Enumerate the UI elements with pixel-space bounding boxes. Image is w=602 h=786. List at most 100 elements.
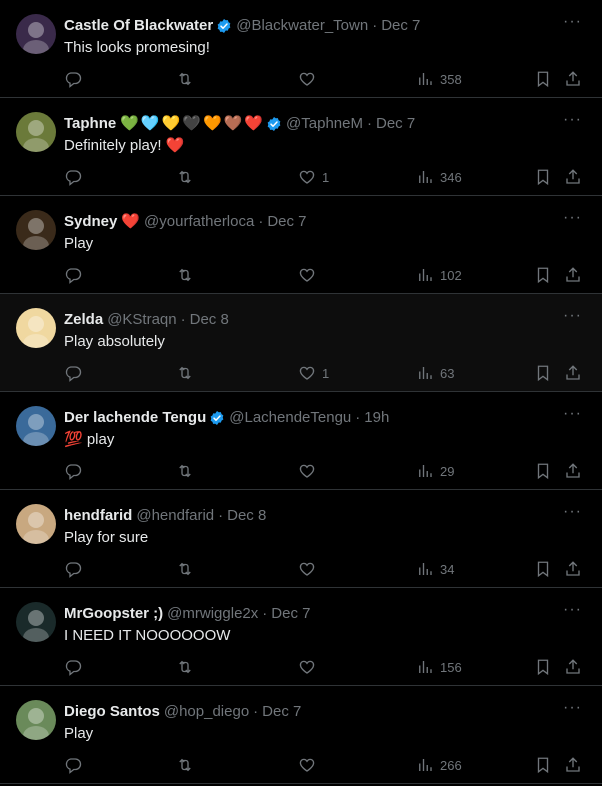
reply-button[interactable] [64,362,82,384]
bookmark-button[interactable] [534,754,552,776]
views-button[interactable]: 29 [416,460,454,482]
tweet-text: I NEED IT NOOOOOOW [64,627,231,644]
tweet[interactable]: Taphne 💚 🩵 💛 🖤 🧡 🤎 ❤️ @TaphneM · Dec 7 ··· Def… [0,98,602,196]
user-handle[interactable]: @KStraqn [107,310,176,330]
like-button[interactable] [298,558,322,580]
tweet[interactable]: Sydney ❤️ @yourfatherloca · Dec 7 ··· Pl… [0,196,602,294]
timestamp[interactable]: 19h [364,408,389,428]
display-name[interactable]: hendfarid [64,506,132,526]
more-options-icon[interactable]: ··· [563,700,582,716]
avatar[interactable] [16,112,56,152]
display-name[interactable]: Diego Santos [64,702,160,722]
timestamp[interactable]: Dec 8 [190,310,229,330]
retweet-button[interactable] [176,68,194,90]
tweet[interactable]: Castle Of Blackwater @Blackwater_Town · … [0,0,602,98]
like-button[interactable] [298,754,322,776]
reply-button[interactable] [64,460,82,482]
like-button[interactable] [298,68,322,90]
bookmark-button[interactable] [534,68,552,90]
retweet-button[interactable] [176,166,194,188]
views-button[interactable]: 34 [416,558,454,580]
like-button[interactable]: 1 [298,362,329,384]
views-button[interactable]: 358 [416,68,462,90]
reply-button[interactable] [64,558,82,580]
more-options-icon[interactable]: ··· [563,308,582,324]
tweet[interactable]: Diego Santos @hop_diego · Dec 7 ··· Play [0,686,602,784]
avatar[interactable] [16,700,56,740]
timestamp[interactable]: Dec 7 [267,212,306,232]
reply-button[interactable] [64,264,82,286]
share-button[interactable] [564,460,582,482]
reply-button[interactable] [64,754,82,776]
more-options-icon[interactable]: ··· [563,14,582,30]
more-options-icon[interactable]: ··· [563,602,582,618]
user-handle[interactable]: @mrwiggle2x [167,604,258,624]
retweet-button[interactable] [176,460,194,482]
tweet[interactable]: Zelda @KStraqn · Dec 8 ··· Play absolute… [0,294,602,392]
like-button[interactable] [298,460,322,482]
retweet-button[interactable] [176,264,194,286]
user-handle[interactable]: @TaphneM [286,114,363,134]
timestamp[interactable]: Dec 7 [376,114,415,134]
like-button[interactable] [298,656,322,678]
more-options-icon[interactable]: ··· [563,406,582,422]
display-name[interactable]: Taphne [64,114,116,134]
bookmark-button[interactable] [534,460,552,482]
user-handle[interactable]: @Blackwater_Town [236,16,368,36]
tweet[interactable]: MrGoopster ;) @mrwiggle2x · Dec 7 ··· I … [0,588,602,686]
bookmark-button[interactable] [534,166,552,188]
reply-button[interactable] [64,656,82,678]
views-button[interactable]: 63 [416,362,454,384]
separator-dot: · [253,703,259,720]
avatar[interactable] [16,210,56,250]
views-button[interactable]: 266 [416,754,462,776]
more-options-icon[interactable]: ··· [563,504,582,520]
views-button[interactable]: 346 [416,166,462,188]
views-button[interactable]: 156 [416,656,462,678]
retweet-button[interactable] [176,656,194,678]
share-button[interactable] [564,656,582,678]
timestamp[interactable]: Dec 7 [262,702,301,722]
share-button[interactable] [564,166,582,188]
display-name[interactable]: MrGoopster ;) [64,604,163,624]
like-button[interactable] [298,264,322,286]
share-button[interactable] [564,362,582,384]
retweet-button[interactable] [176,558,194,580]
avatar[interactable] [16,504,56,544]
more-options-icon[interactable]: ··· [563,210,582,226]
avatar[interactable] [16,308,56,348]
timestamp[interactable]: Dec 8 [227,506,266,526]
user-handle[interactable]: @hendfarid [136,506,214,526]
like-button[interactable]: 1 [298,166,329,188]
avatar[interactable] [16,406,56,446]
timestamp[interactable]: Dec 7 [271,604,310,624]
display-name[interactable]: Der lachende Tengu [64,408,206,428]
views-button[interactable]: 102 [416,264,462,286]
bookmark-button[interactable] [534,558,552,580]
timestamp[interactable]: Dec 7 [381,16,420,36]
retweet-button[interactable] [176,754,194,776]
tweet[interactable]: Der lachende Tengu @LachendeTengu · 19h … [0,392,602,490]
reply-button[interactable] [64,68,82,90]
more-options-icon[interactable]: ··· [563,112,582,128]
bookmark-button[interactable] [534,264,552,286]
user-handle[interactable]: @yourfatherloca [144,212,254,232]
display-name[interactable]: Zelda [64,310,103,330]
bookmark-button[interactable] [534,362,552,384]
retweet-button[interactable] [176,362,194,384]
bookmark-button[interactable] [534,656,552,678]
reply-button[interactable] [64,166,82,188]
share-button[interactable] [564,264,582,286]
avatar[interactable] [16,602,56,642]
avatar[interactable] [16,14,56,54]
tweet-text: Play [64,235,94,252]
tweet[interactable]: hendfarid @hendfarid · Dec 8 ··· Play fo… [0,490,602,588]
user-handle[interactable]: @LachendeTengu [229,408,351,428]
share-button[interactable] [564,754,582,776]
user-handle[interactable]: @hop_diego [164,702,249,722]
display-name[interactable]: Sydney [64,212,117,232]
display-name[interactable]: Castle Of Blackwater [64,16,213,36]
share-button[interactable] [564,68,582,90]
share-button[interactable] [564,558,582,580]
retweet-icon [179,758,191,772]
